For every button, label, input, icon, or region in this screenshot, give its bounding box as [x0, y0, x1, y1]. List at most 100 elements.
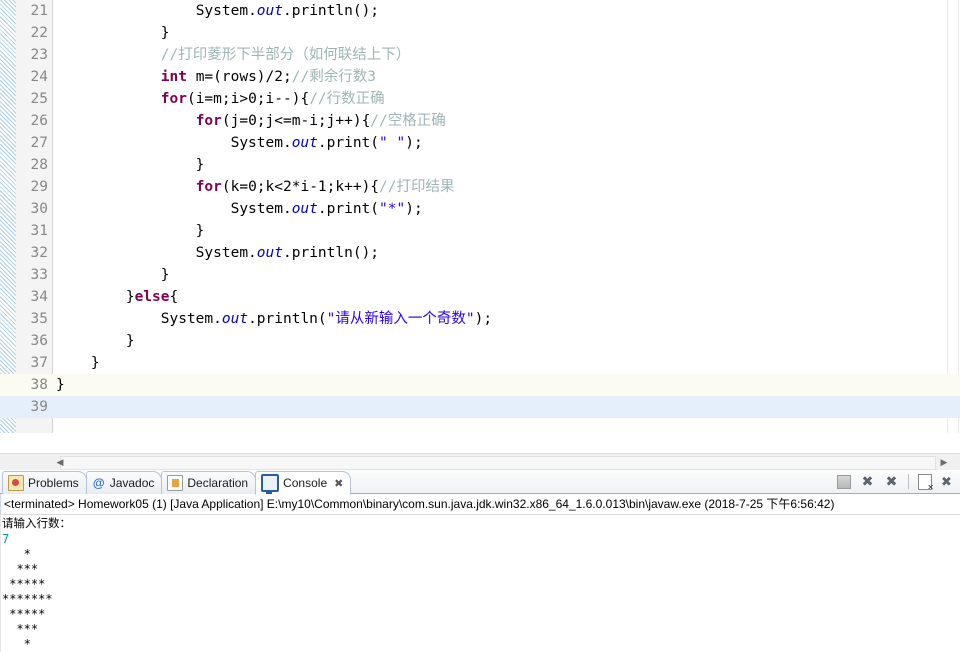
- code-text[interactable]: System.out.print(" ");: [56, 132, 423, 154]
- code-line-25[interactable]: 25 for(i=m;i>0;i--){//行数正确: [0, 88, 960, 110]
- tab-problems[interactable]: Problems: [2, 471, 87, 494]
- code-text[interactable]: }: [56, 264, 170, 286]
- code-line-31[interactable]: 31 }: [0, 220, 960, 242]
- console-line: 7: [2, 532, 960, 547]
- code-text[interactable]: for(j=0;j<=m-i;j++){//空格正确: [56, 110, 446, 132]
- line-number: 27: [16, 132, 48, 154]
- editor-hscroll-track[interactable]: [60, 456, 936, 470]
- remove-all-terminated-button[interactable]: ✖: [884, 474, 899, 489]
- line-number: 29: [16, 176, 48, 198]
- code-text[interactable]: }: [56, 374, 65, 396]
- code-text[interactable]: }else{: [56, 286, 178, 308]
- token-pln: {: [170, 289, 179, 305]
- scroll-right-arrow-icon[interactable]: ▶: [936, 454, 952, 470]
- console-toolbar[interactable]: ✖ ✖ ✖: [837, 470, 956, 493]
- tab-console[interactable]: Console✖: [255, 471, 351, 495]
- code-text[interactable]: }: [56, 22, 170, 44]
- code-line-30[interactable]: 30 System.out.print("*");: [0, 198, 960, 220]
- line-number: 32: [16, 242, 48, 264]
- code-text[interactable]: for(k=0;k<2*i-1;k++){//打印结果: [56, 176, 455, 198]
- token-pln: }: [56, 289, 135, 305]
- console-line: *****: [2, 607, 960, 622]
- token-cmt: //剩余行数3: [292, 69, 376, 85]
- line-number: 24: [16, 66, 48, 88]
- tab-javadoc[interactable]: @Javadoc: [86, 471, 163, 494]
- code-line-21[interactable]: 21 System.out.println();: [0, 0, 960, 22]
- code-line-29[interactable]: 29 for(k=0;k<2*i-1;k++){//打印结果: [0, 176, 960, 198]
- clear-console-button[interactable]: [918, 474, 932, 490]
- token-cmt: //打印菱形下半部分（如何联结上下）: [161, 47, 410, 63]
- close-panel-button[interactable]: ✖: [941, 474, 956, 489]
- tab-declaration[interactable]: Declaration: [161, 471, 256, 494]
- line-number: 21: [16, 0, 48, 22]
- line-number: 31: [16, 220, 48, 242]
- scroll-left-arrow-icon[interactable]: ◀: [52, 454, 68, 470]
- token-kw: for: [196, 179, 222, 195]
- line-number: 36: [16, 330, 48, 352]
- console-left-rail: [0, 515, 1, 652]
- code-line-38[interactable]: 38}: [0, 374, 960, 396]
- line-number: 23: [16, 44, 48, 66]
- token-pln: );: [475, 311, 492, 327]
- token-pln: System.: [56, 135, 292, 151]
- code-line-28[interactable]: 28 }: [0, 154, 960, 176]
- code-text[interactable]: }: [56, 154, 204, 176]
- source-code-area[interactable]: 21 System.out.println();22 }23 //打印菱形下半部…: [0, 0, 960, 433]
- code-line-34[interactable]: 34 }else{: [0, 286, 960, 308]
- token-pln: m=(rows)/2;: [187, 69, 292, 85]
- view-tab-bar[interactable]: ✖ ✖ ✖ Problems @JavadocDeclarationConsole…: [0, 470, 960, 494]
- code-text[interactable]: for(i=m;i>0;i--){//行数正确: [56, 88, 385, 110]
- line-number: 37: [16, 352, 48, 374]
- code-text[interactable]: //打印菱形下半部分（如何联结上下）: [56, 44, 410, 66]
- code-text[interactable]: }: [56, 330, 135, 352]
- token-fld: out: [257, 245, 283, 261]
- token-pln: [56, 179, 196, 195]
- token-fld: out: [257, 3, 283, 19]
- code-line-26[interactable]: 26 for(j=0;j<=m-i;j++){//空格正确: [0, 110, 960, 132]
- code-line-33[interactable]: 33 }: [0, 264, 960, 286]
- console-line: *******: [2, 592, 960, 607]
- line-number: 33: [16, 264, 48, 286]
- code-line-36[interactable]: 36 }: [0, 330, 960, 352]
- token-pln: }: [56, 355, 100, 371]
- problems-icon: [8, 475, 24, 491]
- token-fld: out: [292, 135, 318, 151]
- editor-horizontal-scrollbar[interactable]: ◀ ▶: [0, 453, 960, 470]
- line-number: 28: [16, 154, 48, 176]
- code-text[interactable]: }: [56, 220, 204, 242]
- code-text[interactable]: System.out.println();: [56, 0, 379, 22]
- console-line: ***: [2, 562, 960, 577]
- token-pln: }: [56, 25, 170, 41]
- java-editor[interactable]: 21 System.out.println();22 }23 //打印菱形下半部…: [0, 0, 960, 453]
- token-pln: );: [405, 201, 422, 217]
- terminate-button[interactable]: [837, 475, 851, 489]
- token-pln: System.: [56, 201, 292, 217]
- code-line-37[interactable]: 37 }: [0, 352, 960, 374]
- code-line-32[interactable]: 32 System.out.println();: [0, 242, 960, 264]
- code-text[interactable]: }: [56, 352, 100, 374]
- code-text[interactable]: System.out.println("请从新输入一个奇数");: [56, 308, 492, 330]
- code-line-27[interactable]: 27 System.out.print(" ");: [0, 132, 960, 154]
- code-text[interactable]: System.out.print("*");: [56, 198, 423, 220]
- code-line-23[interactable]: 23 //打印菱形下半部分（如何联结上下）: [0, 44, 960, 66]
- token-kw: else: [135, 289, 170, 305]
- tab-label: Problems: [28, 476, 79, 490]
- token-pln: [56, 3, 196, 19]
- token-pln: }: [56, 267, 170, 283]
- tab-label: Javadoc: [110, 476, 155, 490]
- code-line-24[interactable]: 24 int m=(rows)/2;//剩余行数3: [0, 66, 960, 88]
- close-icon[interactable]: ✖: [334, 477, 343, 490]
- code-line-35[interactable]: 35 System.out.println("请从新输入一个奇数");: [0, 308, 960, 330]
- line-number: 25: [16, 88, 48, 110]
- eclipse-ide-window: 21 System.out.println();22 }23 //打印菱形下半部…: [0, 0, 960, 652]
- code-text[interactable]: System.out.println();: [56, 242, 379, 264]
- line-number: 30: [16, 198, 48, 220]
- code-text[interactable]: int m=(rows)/2;//剩余行数3: [56, 66, 376, 88]
- code-line-22[interactable]: 22 }: [0, 22, 960, 44]
- remove-launch-button[interactable]: ✖: [860, 474, 875, 489]
- code-line-39[interactable]: 39: [0, 396, 960, 418]
- token-pln: }: [56, 333, 135, 349]
- console-output-area[interactable]: 请输入行数：7 * *** ************ ***** *** *: [0, 515, 960, 652]
- token-cmt: //打印结果: [379, 179, 454, 195]
- token-pln: (j=0;j<=m-i;j++){: [222, 113, 370, 129]
